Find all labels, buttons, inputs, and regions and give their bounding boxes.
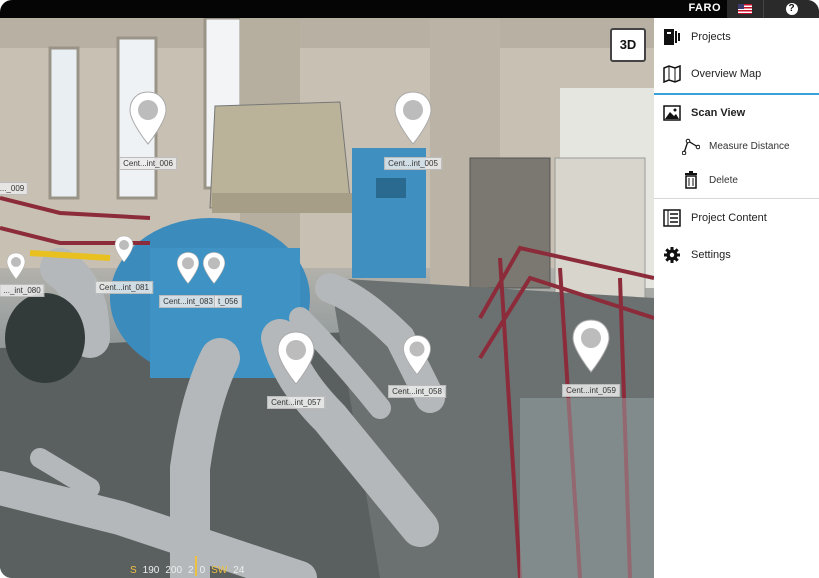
- measure-distance-icon: [682, 137, 700, 155]
- sidebar-item-label: Measure Distance: [709, 140, 790, 152]
- sidebar-menu: Projects Overview Map Scan View Measure …: [654, 18, 819, 578]
- scan-pin-080[interactable]: [6, 252, 26, 280]
- sidebar-item-project-content[interactable]: Project Content: [654, 199, 819, 236]
- scan-pin-057[interactable]: [276, 330, 316, 386]
- compass-label: 2: [188, 565, 194, 576]
- compass-label: 0: [199, 565, 206, 576]
- compass-label: 24: [233, 565, 245, 576]
- projects-icon: [662, 27, 682, 47]
- scan-viewport[interactable]: Cent...int_006 Cent...int_005 ..._009 Ce…: [0, 18, 654, 578]
- sidebar-item-overview-map[interactable]: Overview Map: [654, 55, 819, 92]
- sidebar-item-label: Projects: [691, 30, 731, 43]
- sidebar-item-projects[interactable]: Projects: [654, 18, 819, 55]
- scan-pin-005[interactable]: [393, 90, 433, 146]
- compass-strip[interactable]: S 190 200 2 0 SW 24: [130, 556, 270, 576]
- compass-needle: [195, 556, 197, 576]
- scan-pin-label: ..._int_080: [0, 284, 45, 297]
- compass-label: S: [130, 565, 137, 576]
- gear-icon: [662, 245, 682, 265]
- sidebar-item-label: Overview Map: [691, 67, 762, 80]
- sidebar-subitem-delete[interactable]: Delete: [654, 163, 819, 197]
- image-icon: [662, 103, 682, 123]
- sidebar-item-label: Delete: [709, 174, 738, 186]
- help-button[interactable]: ?: [763, 0, 819, 18]
- language-button[interactable]: [727, 0, 763, 18]
- 3d-mode-button[interactable]: 3D: [610, 28, 646, 62]
- help-icon: ?: [785, 3, 798, 15]
- sidebar-item-scan-view[interactable]: Scan View: [654, 93, 819, 130]
- scan-pin-058[interactable]: [402, 334, 432, 376]
- scan-pin-label: Cent...int_005: [384, 157, 442, 170]
- sidebar-item-label: Settings: [691, 248, 731, 261]
- trash-icon: [682, 171, 700, 189]
- scan-pin-label: Cent...int_057: [267, 396, 325, 409]
- sidebar-item-label: Project Content: [691, 211, 767, 224]
- top-bar: FARO ?: [0, 0, 819, 18]
- scan-pin-label: Cent...int_081: [95, 281, 153, 294]
- scan-pin-083[interactable]: [176, 251, 200, 285]
- scan-pin-081[interactable]: [114, 235, 134, 263]
- scan-pin-006[interactable]: [128, 90, 168, 146]
- faro-logo: FARO: [688, 2, 721, 14]
- scan-pin-label: Cent...int_058: [388, 385, 446, 398]
- compass-label: SW: [211, 565, 228, 576]
- scan-pin-label: t_056: [213, 295, 243, 308]
- scan-pin-label: Cent...int_083: [159, 295, 217, 308]
- scan-pin-056[interactable]: [202, 251, 226, 285]
- us-flag-icon: [738, 4, 752, 14]
- compass-label: 190: [142, 565, 160, 576]
- compass-label: 200: [165, 565, 183, 576]
- scan-pin-059[interactable]: [571, 318, 611, 374]
- map-icon: [662, 64, 682, 84]
- app-frame: FARO ? Cent...int_006 Cent...int_005 ...…: [0, 0, 819, 578]
- scan-pin-label: Cent...int_059: [562, 384, 620, 397]
- sidebar-subitem-measure-distance[interactable]: Measure Distance: [654, 129, 819, 163]
- panorama-scene: [0, 18, 654, 578]
- scan-pin-label: ..._009: [0, 182, 29, 195]
- sidebar-item-label: Scan View: [691, 106, 746, 119]
- list-icon: [662, 208, 682, 228]
- sidebar-item-settings[interactable]: Settings: [654, 236, 819, 273]
- scan-pin-label: Cent...int_006: [119, 157, 177, 170]
